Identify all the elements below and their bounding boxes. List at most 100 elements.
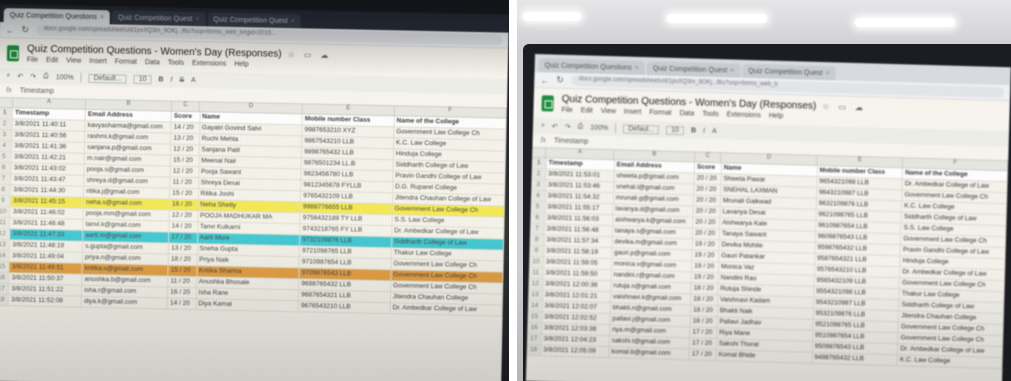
table-cell[interactable]: sanjana.p@gmail.com xyxy=(85,142,172,155)
table-cell[interactable]: isha.r@gmail.com xyxy=(82,285,169,298)
table-cell[interactable]: 3/8/2021 11:58:19 xyxy=(543,246,613,259)
table-cell[interactable]: 18 / 20 xyxy=(691,283,719,295)
table-cell[interactable]: 14 / 20 xyxy=(171,122,201,134)
table-cell[interactable]: Ruchi Mehta xyxy=(199,134,303,147)
table-cell[interactable]: 15 / 20 xyxy=(170,188,199,200)
row-number[interactable]: 2 xyxy=(0,118,13,130)
table-cell[interactable]: 9687654321 LLB xyxy=(299,290,391,303)
table-cell[interactable]: 3/8/2021 12:03:38 xyxy=(541,323,611,336)
table-cell[interactable]: Priya Naik xyxy=(197,255,301,268)
reload-icon[interactable]: ↻ xyxy=(556,75,564,86)
table-cell[interactable]: 3/8/2021 12:01:21 xyxy=(542,290,612,303)
table-cell[interactable]: 3/8/2021 11:47:33 xyxy=(10,229,84,241)
column-header[interactable]: E xyxy=(302,104,395,116)
select-all-corner[interactable] xyxy=(0,97,14,108)
table-cell[interactable]: 12 / 20 xyxy=(169,210,199,222)
browser-tab[interactable]: Quiz Competition Questions × xyxy=(538,58,646,76)
row-number[interactable]: 9 xyxy=(529,245,545,257)
column-header[interactable]: C xyxy=(694,152,722,163)
table-cell[interactable]: 18 / 20 xyxy=(168,254,198,266)
table-cell[interactable]: 3/8/2021 11:40:56 xyxy=(12,130,86,142)
table-cell[interactable]: Tanvi Kulkarni xyxy=(197,222,301,235)
row-number[interactable]: 17 xyxy=(526,333,542,345)
table-cell[interactable]: 3/8/2021 11:46:02 xyxy=(10,207,84,219)
table-cell[interactable]: 14 / 20 xyxy=(167,298,197,310)
table-cell[interactable]: 3/8/2021 11:42:21 xyxy=(11,152,86,164)
table-cell[interactable]: pooja.s@gmail.com xyxy=(84,164,171,177)
table-cell[interactable]: Score xyxy=(694,162,722,174)
table-cell[interactable]: 17 / 20 xyxy=(689,349,717,361)
table-cell[interactable]: anushka.b@gmail.com xyxy=(82,274,169,287)
print-icon[interactable]: ⎙ xyxy=(43,73,49,81)
table-cell[interactable]: Diya Kamat xyxy=(196,299,300,312)
table-cell[interactable]: 3/8/2021 11:46:48 xyxy=(10,218,84,230)
table-cell[interactable]: 13 / 20 xyxy=(169,243,198,255)
row-number[interactable]: 16 xyxy=(527,322,543,334)
back-arrow-icon[interactable]: ← xyxy=(5,25,14,35)
search-icon[interactable]: ⌕ xyxy=(6,72,10,80)
table-cell[interactable]: 9987653210 XYZ xyxy=(302,125,395,138)
table-cell[interactable]: 9876501234 LL.B xyxy=(301,158,394,171)
cloud-icon[interactable]: ☁ xyxy=(855,103,866,112)
font-size-field[interactable]: 10 xyxy=(666,125,685,135)
table-cell[interactable]: 3/8/2021 11:57:34 xyxy=(544,235,613,248)
table-cell[interactable]: diya.k@gmail.com xyxy=(81,296,169,309)
table-cell[interactable]: Email Address xyxy=(85,109,173,122)
table-cell[interactable]: Gayatri Govind Salvi xyxy=(199,123,303,136)
row-number[interactable]: 8 xyxy=(529,234,545,246)
table-cell[interactable]: 14 / 20 xyxy=(169,221,199,233)
menu-data[interactable]: Data xyxy=(679,110,694,117)
browser-tab[interactable]: Quiz Competition Quest × xyxy=(742,63,836,81)
table-cell[interactable]: m.nair@gmail.com xyxy=(84,153,172,166)
table-cell[interactable]: 9709876543 LLB xyxy=(299,268,392,281)
menu-edit[interactable]: Edit xyxy=(581,107,593,114)
menu-view[interactable]: View xyxy=(601,108,616,115)
table-cell[interactable]: pooja.mm@gmail.com xyxy=(83,208,170,221)
column-header[interactable]: B xyxy=(85,99,173,111)
table-cell[interactable]: 3/8/2021 11:40:11 xyxy=(12,119,86,131)
menu-extensions[interactable]: Extensions xyxy=(192,60,226,68)
table-cell[interactable]: 19 / 20 xyxy=(692,250,720,262)
table-cell[interactable]: Isha Rane xyxy=(196,288,300,301)
table-cell[interactable]: 12 / 20 xyxy=(170,166,200,178)
row-number[interactable]: 7 xyxy=(529,223,545,235)
table-cell[interactable]: 20 / 20 xyxy=(693,206,721,218)
table-cell[interactable]: 9898765432 LLB xyxy=(302,147,394,160)
row-number[interactable]: 1 xyxy=(0,107,14,119)
column-header[interactable]: C xyxy=(171,101,201,112)
print-icon[interactable]: ⎙ xyxy=(578,123,584,131)
table-cell[interactable]: Ritika Joshi xyxy=(198,189,302,202)
table-cell[interactable]: Name xyxy=(200,112,304,125)
undo-icon[interactable]: ↶ xyxy=(552,123,558,131)
table-cell[interactable]: 3/8/2021 11:55:17 xyxy=(545,202,614,215)
table-cell[interactable]: 9498765432 LLB xyxy=(812,352,899,366)
table-cell[interactable]: s.gupta@gmail.com xyxy=(83,241,170,254)
folder-icon[interactable]: ▭ xyxy=(304,50,315,59)
redo-icon[interactable]: ↷ xyxy=(30,73,36,81)
row-number[interactable]: 7 xyxy=(0,173,12,185)
table-cell[interactable]: Neha Shetty xyxy=(198,200,302,213)
row-number[interactable]: 14 xyxy=(527,300,543,312)
sheets-logo-icon[interactable] xyxy=(6,45,20,62)
column-header[interactable]: A xyxy=(546,148,615,160)
table-cell[interactable]: 9698765432 LLB xyxy=(299,279,392,292)
table-cell[interactable]: kavyasharma@gmail.com xyxy=(85,120,172,133)
star-icon[interactable]: ☆ xyxy=(822,102,832,111)
table-cell[interactable]: 3/8/2021 11:59:05 xyxy=(543,257,613,270)
close-icon[interactable]: × xyxy=(635,64,639,71)
table-cell[interactable]: Score xyxy=(171,111,201,123)
table-cell[interactable]: 16 / 20 xyxy=(168,287,197,299)
row-number[interactable]: 12 xyxy=(0,228,11,240)
table-cell[interactable]: Timestamp xyxy=(546,158,615,171)
menu-edit[interactable]: Edit xyxy=(46,57,58,64)
menu-extensions[interactable]: Extensions xyxy=(726,111,760,119)
close-icon[interactable]: × xyxy=(195,16,199,23)
table-cell[interactable]: 18 / 20 xyxy=(691,294,719,306)
table-cell[interactable]: 15 / 20 xyxy=(168,265,198,277)
table-cell[interactable]: 20 / 20 xyxy=(693,217,721,229)
table-cell[interactable]: 3/8/2021 11:59:50 xyxy=(543,268,612,281)
row-number[interactable]: 1 xyxy=(531,157,547,169)
table-cell[interactable]: 3/8/2021 12:04:23 xyxy=(541,334,610,347)
row-number[interactable]: 13 xyxy=(0,239,11,251)
star-icon[interactable]: ☆ xyxy=(288,50,298,59)
